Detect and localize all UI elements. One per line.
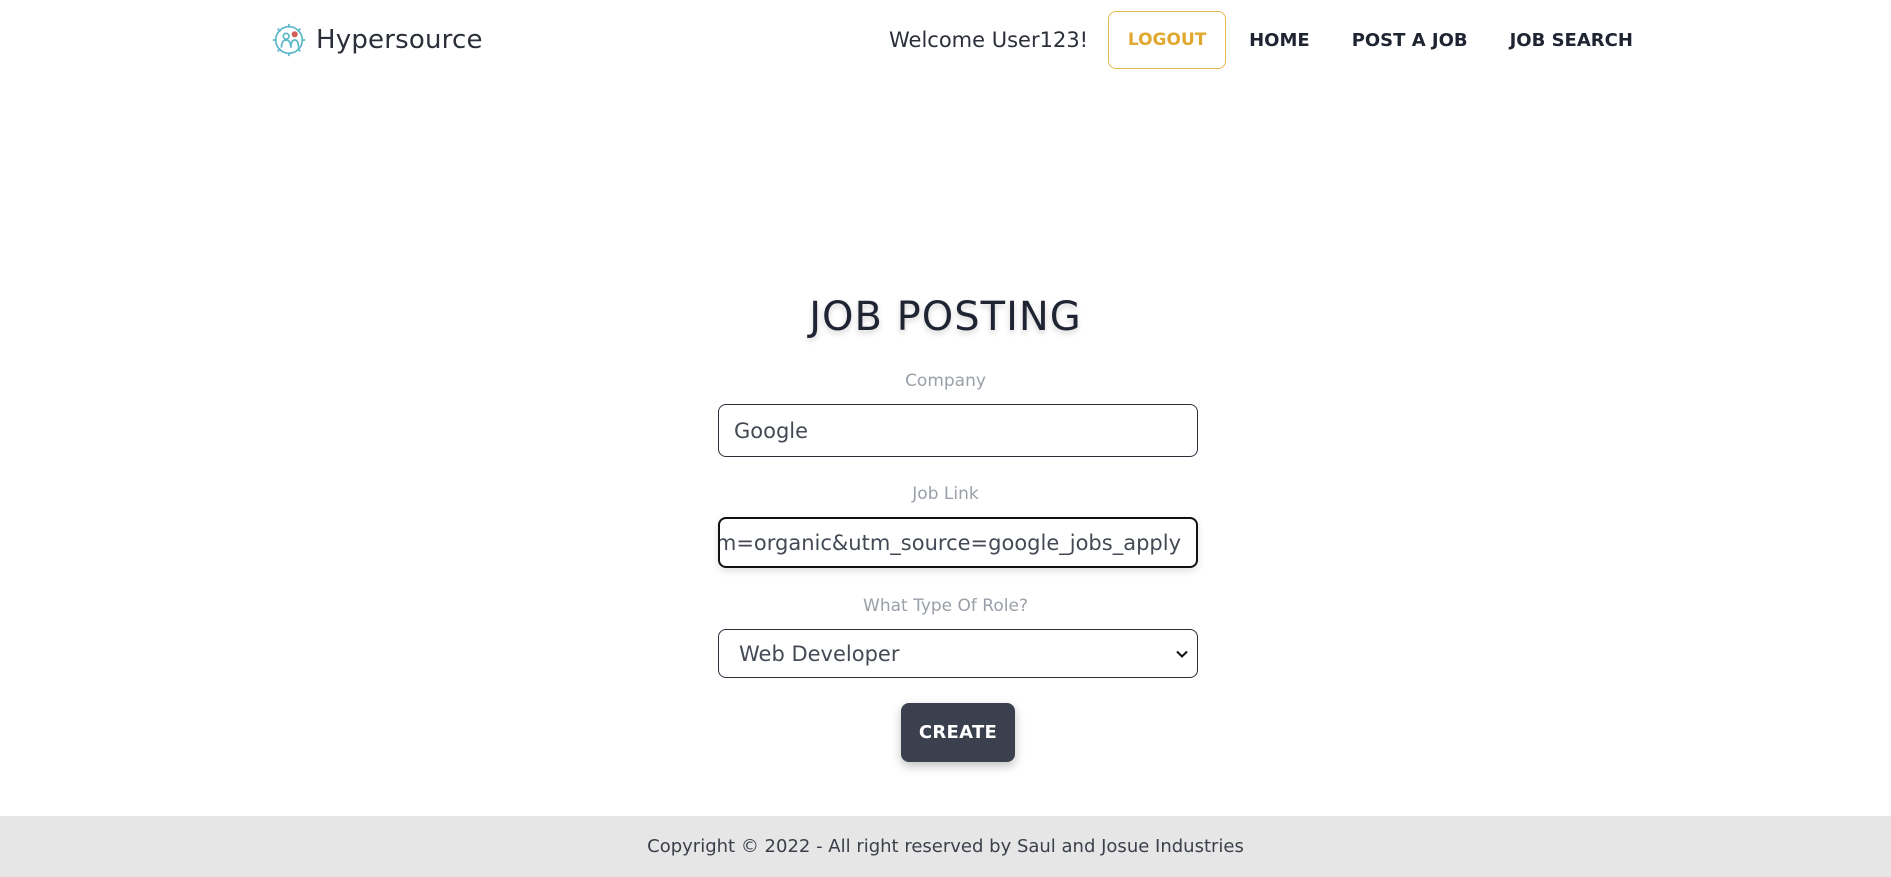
role-type-label: What Type Of Role? <box>863 596 1028 616</box>
company-label: Company <box>905 371 986 391</box>
nav-link-home[interactable]: HOME <box>1249 30 1310 51</box>
page-title: JOB POSTING <box>809 294 1082 340</box>
brand-logo[interactable]: Hypersource <box>270 20 483 60</box>
create-button[interactable]: CREATE <box>901 703 1015 762</box>
footer: Copyright © 2022 - All right reserved by… <box>0 816 1891 877</box>
nav-link-job-search[interactable]: JOB SEARCH <box>1510 30 1633 51</box>
company-input-value: Google <box>734 418 809 443</box>
logout-button[interactable]: LOGOUT <box>1108 11 1227 69</box>
role-type-select[interactable]: Web Developer <box>718 629 1198 678</box>
job-link-input-value: m=organic&utm_source=google_jobs_apply <box>718 530 1181 555</box>
copyright-text: Copyright © 2022 - All right reserved by… <box>647 836 1244 857</box>
nav-menu: Welcome User123! LOGOUT HOME POST A JOB … <box>889 10 1633 70</box>
role-type-selected-value: Web Developer <box>739 641 900 666</box>
brand-name: Hypersource <box>316 25 483 55</box>
company-input[interactable]: Google <box>718 404 1198 457</box>
welcome-message: Welcome User123! <box>889 28 1089 52</box>
top-navbar: Hypersource Welcome User123! LOGOUT HOME… <box>0 0 1891 80</box>
job-link-label: Job Link <box>912 484 979 504</box>
job-link-input[interactable]: m=organic&utm_source=google_jobs_apply <box>718 517 1198 568</box>
gear-people-icon <box>272 23 306 57</box>
nav-link-post-a-job[interactable]: POST A JOB <box>1352 30 1468 51</box>
chevron-down-icon <box>1176 650 1188 658</box>
